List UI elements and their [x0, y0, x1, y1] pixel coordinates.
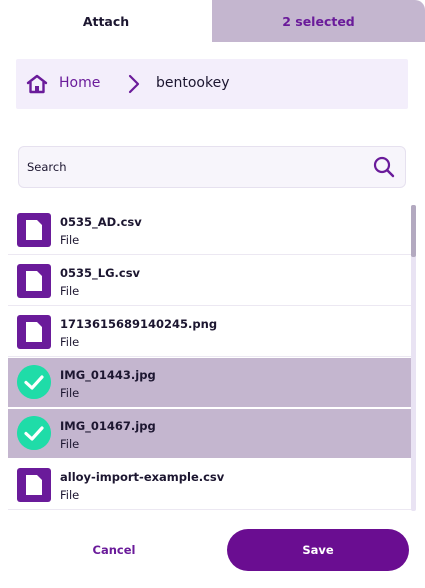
file-type: File: [60, 386, 80, 400]
breadcrumb: Home bentookey: [16, 59, 408, 109]
save-button[interactable]: Save: [227, 529, 409, 571]
tab-bar: Attach 2 selected: [0, 0, 425, 42]
file-icon: [17, 468, 51, 502]
breadcrumb-home[interactable]: Home: [59, 75, 100, 91]
file-row[interactable]: 0535_AD.csv File: [8, 205, 413, 255]
chevron-right-icon: [128, 74, 140, 94]
search-icon[interactable]: [373, 156, 395, 178]
document-glyph: [26, 475, 42, 495]
file-list: 0535_AD.csv File 0535_LG.csv File 1713615689…: [8, 205, 418, 511]
file-icon: [17, 264, 51, 298]
file-type: File: [60, 284, 80, 298]
search-box: [18, 146, 406, 188]
scrollbar-thumb[interactable]: [411, 205, 416, 257]
file-row[interactable]: 0535_LG.csv File: [8, 256, 413, 306]
file-row[interactable]: 1713615689140245.png File: [8, 307, 413, 357]
cancel-button[interactable]: Cancel: [30, 530, 198, 570]
document-glyph: [26, 220, 42, 240]
breadcrumb-current: bentookey: [156, 75, 230, 91]
file-type: File: [60, 233, 80, 247]
file-name: 0535_LG.csv: [60, 266, 141, 280]
file-name: alloy-import-example.csv: [60, 470, 225, 484]
tab-attach[interactable]: Attach: [0, 0, 212, 42]
file-row[interactable]: IMG_01467.jpg File: [8, 409, 413, 459]
home-icon[interactable]: [26, 74, 48, 94]
file-name: IMG_01443.jpg: [60, 368, 156, 382]
file-row[interactable]: IMG_01443.jpg File: [8, 358, 413, 408]
file-row[interactable]: alloy-import-example.csv File: [8, 460, 413, 510]
file-icon: [17, 315, 51, 349]
file-type: File: [60, 437, 80, 451]
file-name: 0535_AD.csv: [60, 215, 142, 229]
tab-selected[interactable]: 2 selected: [212, 0, 425, 42]
file-name: 1713615689140245.png: [60, 317, 218, 331]
check-circle-icon[interactable]: [17, 365, 51, 399]
file-name: IMG_01467.jpg: [60, 419, 156, 433]
file-type: File: [60, 488, 80, 502]
document-glyph: [26, 322, 42, 342]
check-circle-icon[interactable]: [17, 416, 51, 450]
file-icon: [17, 213, 51, 247]
file-type: File: [60, 335, 80, 349]
document-glyph: [26, 271, 42, 291]
search-input[interactable]: [27, 147, 367, 187]
